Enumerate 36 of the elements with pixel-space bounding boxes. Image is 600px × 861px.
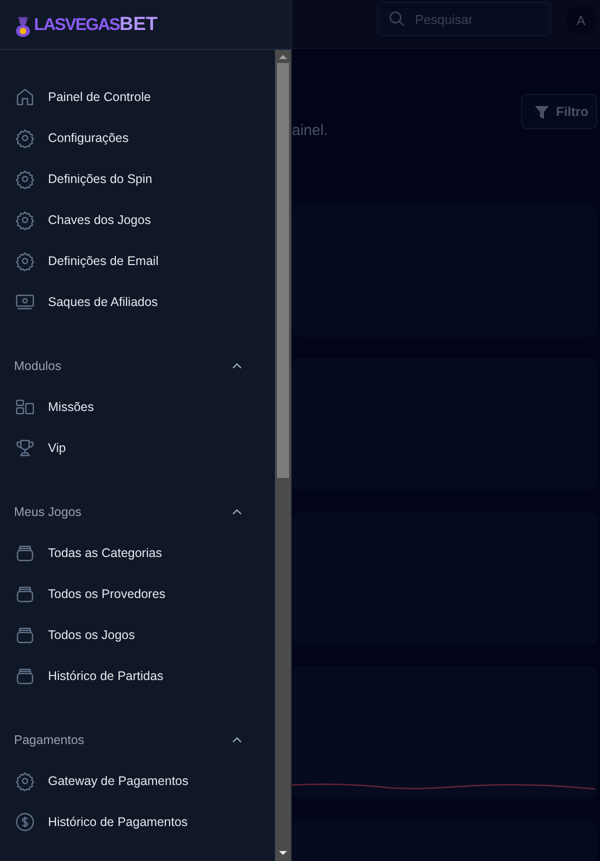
nav-item[interactable]: Todas as Categorias	[0, 532, 275, 573]
nav-item[interactable]: Definições do Spin	[0, 158, 275, 199]
section-heading[interactable]: Meus Jogos	[14, 504, 82, 518]
tray-icon	[15, 624, 35, 644]
settings-icon	[15, 250, 35, 270]
trophy-icon	[15, 438, 35, 458]
section-heading[interactable]: Pagamentos	[14, 732, 84, 746]
nav-item[interactable]: Definições de Email	[0, 240, 275, 281]
nav-item[interactable]: Todos os Provedores	[0, 573, 275, 614]
settings-icon	[15, 128, 35, 148]
scrollbar[interactable]	[275, 50, 291, 861]
nav-item[interactable]: Histórico de Partidas	[0, 655, 275, 696]
page-subtitle: ainel.	[292, 122, 328, 141]
dollar-icon	[15, 812, 35, 832]
nav-item[interactable]: Configurações	[0, 117, 275, 158]
search-icon	[388, 10, 406, 28]
settings-icon	[15, 168, 35, 188]
nav-item[interactable]: Vip	[0, 427, 275, 468]
home-icon	[15, 86, 35, 106]
nav-item[interactable]: Painel de Controle	[0, 76, 275, 117]
nav-item[interactable]: Saques de Afiliados	[0, 281, 275, 322]
nav-item[interactable]: Missões	[0, 386, 275, 427]
settings-icon	[15, 210, 35, 230]
tray-icon	[15, 584, 35, 604]
settings-icon	[15, 770, 35, 790]
banknote-icon	[15, 292, 35, 312]
nav-item[interactable]: Chaves dos Jogos	[0, 199, 275, 240]
layout-icon	[15, 396, 35, 416]
tray-icon	[15, 666, 35, 686]
logo[interactable]: LASVEGASBET	[34, 14, 158, 36]
section-heading[interactable]: Modulos	[14, 358, 62, 372]
nav-item[interactable]: Todos os Jogos	[0, 614, 275, 655]
tray-icon	[15, 542, 35, 562]
nav-item[interactable]: Histórico de Pagamentos	[0, 801, 275, 842]
filter-icon	[534, 104, 550, 120]
nav-item[interactable]: Gateway de Pagamentos	[0, 760, 275, 801]
